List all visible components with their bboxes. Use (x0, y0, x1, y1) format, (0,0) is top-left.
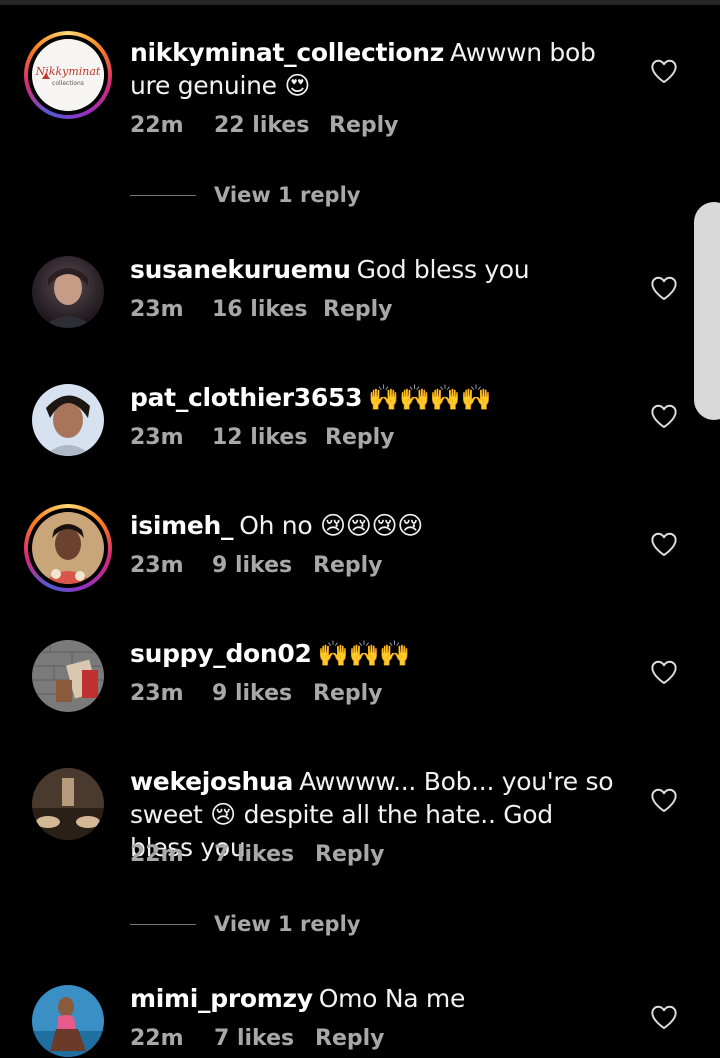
comment-body: 🙌🙌🙌🙌 (368, 383, 492, 412)
comment-username[interactable]: susanekuruemu (130, 255, 351, 284)
comment-likes-count[interactable]: 7 likes (214, 1026, 315, 1051)
story-ring[interactable] (24, 504, 112, 592)
avatar[interactable]: Nikkyminat collections (32, 39, 104, 111)
avatar-photo (32, 512, 104, 584)
comment-body: Oh no 😢😢😢😢 (239, 511, 424, 540)
comment-likes-count[interactable]: 9 likes (212, 553, 313, 578)
comment-likes-count[interactable]: 9 likes (212, 681, 313, 706)
reply-button[interactable]: Reply (325, 425, 395, 450)
avatar-photo (32, 985, 104, 1057)
reply-button[interactable]: Reply (323, 297, 393, 322)
comment-likes-count[interactable]: 16 likes (212, 297, 323, 322)
comment-username[interactable]: mimi_promzy (130, 984, 313, 1013)
avatar-photo (32, 640, 104, 712)
heart-outline-icon[interactable] (650, 787, 678, 813)
comment-time: 22m (130, 842, 184, 867)
comment-username[interactable]: suppy_don02 (130, 639, 312, 668)
view-replies-button[interactable]: View 1 reply (130, 183, 360, 207)
top-divider (0, 0, 720, 5)
comment-text: susanekuruemu God bless you (130, 253, 620, 286)
comment-username[interactable]: nikkyminat_collectionz (130, 38, 444, 67)
comment-time: 23m (130, 425, 184, 450)
comment-text: mimi_promzy Omo Na me (130, 982, 620, 1015)
comment-username[interactable]: wekejoshua (130, 767, 293, 796)
avatar[interactable] (32, 512, 104, 584)
comment-body: 🙌🙌🙌 (317, 639, 411, 668)
replies-divider-line (130, 194, 196, 196)
reply-button[interactable]: Reply (329, 113, 399, 138)
comment-text: suppy_don02 🙌🙌🙌 (130, 637, 620, 670)
avatar-photo (32, 256, 104, 328)
avatar-photo (32, 384, 104, 456)
avatar-logo-image: Nikkyminat collections (32, 39, 104, 111)
reply-button[interactable]: Reply (315, 842, 385, 867)
avatar[interactable] (32, 256, 104, 328)
comment-time: 22m (130, 113, 184, 138)
avatar[interactable] (32, 768, 104, 840)
comment-body: God bless you (356, 255, 530, 284)
comment-text: pat_clothier3653 🙌🙌🙌🙌 (130, 381, 620, 414)
heart-outline-icon[interactable] (650, 58, 678, 84)
comment-body: Omo Na me (318, 984, 466, 1013)
comment-likes-count[interactable]: 22 likes (214, 113, 329, 138)
comment-text: nikkyminat_collectionz Awwwn bob ure genu… (130, 36, 620, 102)
heart-outline-icon[interactable] (650, 275, 678, 301)
comment-meta: 23m 9 likes Reply (130, 681, 383, 706)
avatar[interactable] (32, 985, 104, 1057)
scrollbar-handle[interactable] (694, 202, 720, 420)
comment-username[interactable]: isimeh_ (130, 511, 234, 540)
comment-meta: 23m 12 likes Reply (130, 425, 395, 450)
reply-button[interactable]: Reply (315, 1026, 385, 1051)
comment-likes-count[interactable]: 12 likes (212, 425, 325, 450)
view-replies-button[interactable]: View 1 reply (130, 912, 360, 936)
replies-divider-line (130, 923, 196, 925)
avatar[interactable] (32, 384, 104, 456)
view-replies-label[interactable]: View 1 reply (214, 912, 360, 936)
avatar[interactable] (32, 640, 104, 712)
comment-meta: 23m 16 likes Reply (130, 297, 393, 322)
avatar-photo (32, 768, 104, 840)
svg-text:collections: collections (52, 80, 84, 87)
comment-text: isimeh_ Oh no 😢😢😢😢 (130, 509, 620, 542)
comment-time: 22m (130, 1026, 184, 1051)
story-ring[interactable]: Nikkyminat collections (24, 31, 112, 119)
comment-meta: 22m 7 likes Reply (130, 842, 385, 867)
view-replies-label[interactable]: View 1 reply (214, 183, 360, 207)
comment-meta: 22m 22 likes Reply (130, 113, 399, 138)
comment-time: 23m (130, 297, 184, 322)
heart-outline-icon[interactable] (650, 1004, 678, 1030)
reply-button[interactable]: Reply (313, 681, 383, 706)
comment-time: 23m (130, 553, 184, 578)
comment-time: 23m (130, 681, 184, 706)
comment-username[interactable]: pat_clothier3653 (130, 383, 362, 412)
comment-meta: 23m 9 likes Reply (130, 553, 383, 578)
comment-likes-count[interactable]: 7 likes (214, 842, 315, 867)
heart-outline-icon[interactable] (650, 403, 678, 429)
comment-meta: 22m 7 likes Reply (130, 1026, 385, 1051)
heart-outline-icon[interactable] (650, 531, 678, 557)
reply-button[interactable]: Reply (313, 553, 383, 578)
heart-outline-icon[interactable] (650, 659, 678, 685)
